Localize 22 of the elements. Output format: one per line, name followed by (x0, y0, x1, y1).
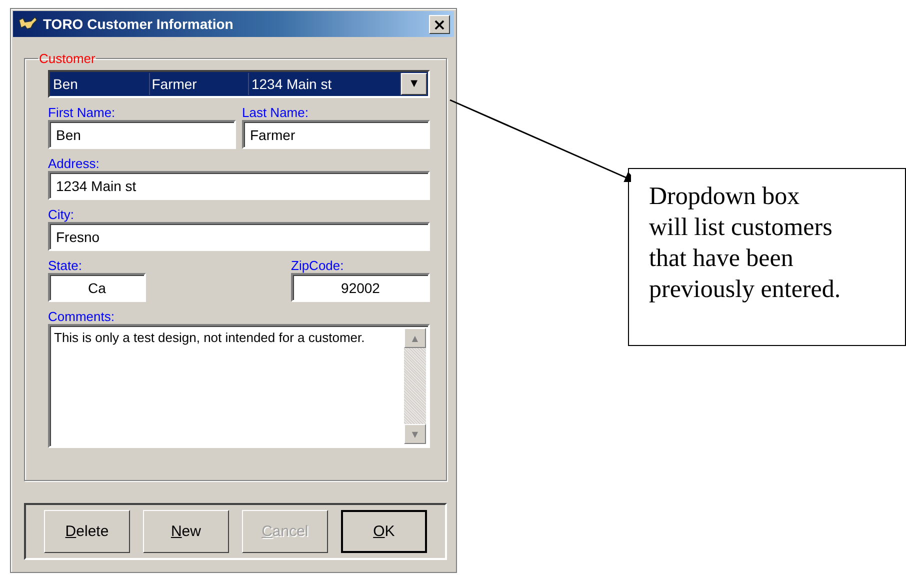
field-label: Last Name: (242, 106, 310, 120)
dialog-button[interactable]: New (142, 510, 229, 553)
dropdown-button[interactable]: ▼ (401, 73, 427, 95)
text-field[interactable]: 92002 (291, 273, 430, 302)
field-label: State: (48, 259, 83, 273)
field-label: City: (48, 208, 75, 222)
callout-note: Dropdown box will list customers that have been previously entered. (628, 168, 906, 346)
dialog-button[interactable]: Delete (44, 510, 130, 553)
text-field[interactable]: Fresno (48, 222, 430, 251)
group-title: Customer (38, 51, 96, 66)
text-field[interactable]: 1234 Main st (48, 171, 430, 200)
field-label: Address: (48, 157, 100, 171)
text-field[interactable]: Ben (48, 120, 236, 149)
window-title: TORO Customer Information (43, 16, 234, 32)
field-label: ZipCode: (291, 259, 345, 273)
customer-dropdown[interactable]: Ben Farmer 1234 Main st ▼ (48, 70, 430, 98)
dialog-button[interactable]: OK (340, 510, 428, 553)
text-field[interactable]: Ca (48, 273, 146, 302)
field-label: Comments: (48, 310, 116, 324)
text-field[interactable]: Farmer (242, 120, 430, 149)
close-button[interactable]: × (429, 14, 450, 34)
field-label: First Name: (48, 106, 116, 120)
